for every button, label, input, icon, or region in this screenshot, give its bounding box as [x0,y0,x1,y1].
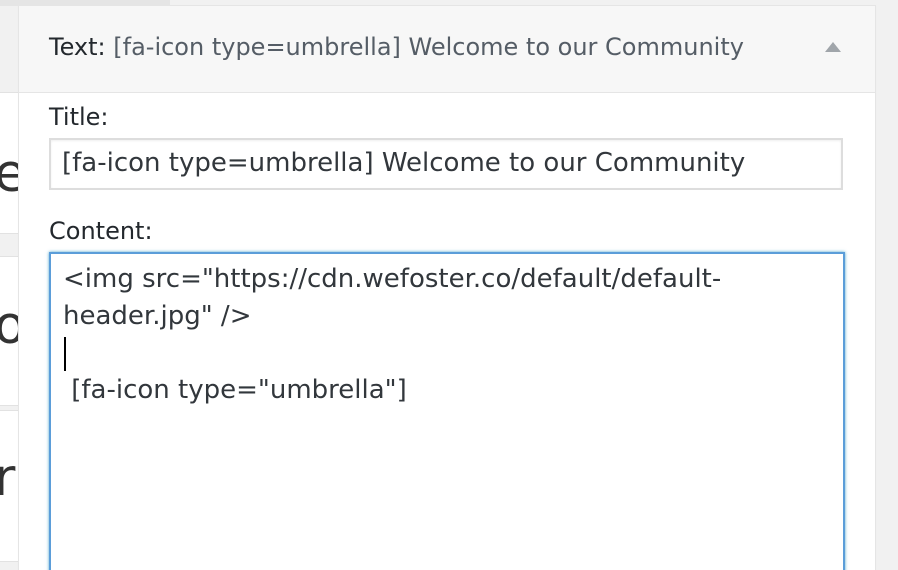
arrow-up-icon[interactable] [825,42,841,52]
background-right-strip [876,0,898,570]
title-input[interactable]: [fa-icon type=umbrella] Welcome to our C… [49,138,843,190]
background-letter: r [0,448,16,508]
content-label: Content: [49,217,153,245]
content-line: header.jpg" /> [63,301,252,331]
widget-title: Text: [fa-icon type=umbrella] Welcome to… [49,33,744,61]
content-line: [fa-icon type="umbrella"] [63,375,407,405]
content-line: <img src="https://cdn.wefoster.co/defaul… [63,264,722,294]
widget-title-prefix: Text: [49,33,106,61]
title-label: Title: [49,103,109,131]
widget-title-suffix: [fa-icon type=umbrella] Welcome to our C… [113,33,744,61]
text-caret [64,336,66,371]
widget-header[interactable]: Text: [fa-icon type=umbrella] Welcome to… [19,6,875,93]
content-textarea[interactable]: <img src="https://cdn.wefoster.co/defaul… [49,252,845,570]
text-widget: Text: [fa-icon type=umbrella] Welcome to… [18,5,876,570]
screen: e o r Text: [fa-icon type=umbrella] Welc… [0,0,898,570]
content-line-caret-line [63,335,831,372]
